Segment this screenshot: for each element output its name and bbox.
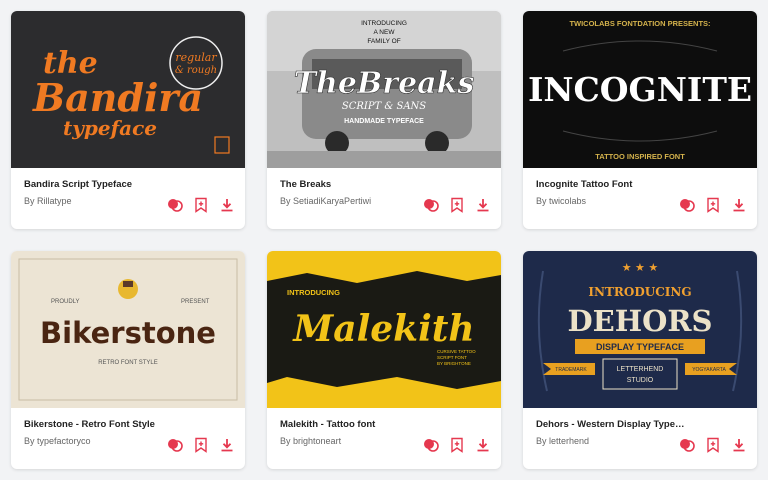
thumb-text: INTRODUCING	[287, 288, 340, 297]
thumb-text: SCRIPT & SANS	[342, 101, 426, 112]
card-actions	[167, 437, 235, 453]
compare-icon[interactable]	[423, 437, 439, 453]
thumb-text: CURSIVE TATTOO	[437, 349, 476, 354]
download-icon[interactable]	[475, 197, 491, 213]
author-line: By SetiadiKaryaPertiwi	[280, 196, 430, 206]
bookmark-add-icon[interactable]	[449, 197, 465, 213]
font-preview-image[interactable]: the Bandira typeface regular & rough	[11, 11, 245, 168]
by-label: By	[24, 436, 35, 446]
thumb-text: A NEW	[374, 29, 396, 36]
thumb-text: typeface	[63, 116, 157, 140]
thumb-text: YOGYAKARTA	[692, 367, 726, 373]
download-icon[interactable]	[731, 437, 747, 453]
card-actions	[167, 197, 235, 213]
compare-icon[interactable]	[679, 437, 695, 453]
thumb-text: STUDIO	[627, 377, 654, 384]
font-title[interactable]: Dehors - Western Display Typeface	[536, 419, 686, 430]
thumb-text: RETRO FONT STYLE	[98, 360, 158, 366]
card-meta: Dehors - Western Display Typeface By let…	[536, 419, 686, 446]
card-meta: The Breaks By SetiadiKaryaPertiwi	[280, 179, 430, 206]
thumb-text: PROUDLY	[51, 299, 80, 305]
bookmark-add-icon[interactable]	[193, 437, 209, 453]
author-line: By Rillatype	[24, 196, 174, 206]
thumb-text: TATTOO INSPIRED FONT	[595, 152, 685, 161]
card-actions	[679, 197, 747, 213]
thumb-text: SCRIPT FONT	[437, 355, 467, 360]
font-title[interactable]: The Breaks	[280, 179, 430, 190]
card-actions	[423, 197, 491, 213]
bookmark-add-icon[interactable]	[449, 437, 465, 453]
by-label: By	[280, 196, 291, 206]
compare-icon[interactable]	[679, 197, 695, 213]
font-card[interactable]: TWICOLABS FONTDATION PRESENTS: INCOGNITE…	[523, 11, 757, 229]
card-actions	[679, 437, 747, 453]
card-meta: Malekith - Tattoo font By brightoneart	[280, 419, 430, 446]
thumb-text: TheBreaks	[294, 66, 475, 101]
font-grid: the Bandira typeface regular & rough Ban…	[0, 0, 768, 480]
author-name[interactable]: typefactoryco	[37, 436, 91, 446]
thumb-text: TWICOLABS FONTDATION PRESENTS:	[569, 19, 710, 28]
font-preview-image[interactable]: INTRODUCING A NEW FAMILY OF TheBreaks SC…	[267, 11, 501, 168]
thumb-text: FAMILY OF	[367, 38, 400, 45]
author-name[interactable]: SetiadiKaryaPertiwi	[293, 196, 371, 206]
thumb-text: DISPLAY TYPEFACE	[596, 342, 684, 352]
thumb-text: Bikerstone	[40, 316, 216, 350]
thumb-text: INTRODUCING	[361, 20, 407, 27]
card-meta: Bikerstone - Retro Font Style By typefac…	[24, 419, 174, 446]
thumb-text: PRESENT	[181, 299, 210, 305]
thumb-text: TRADEMARK	[555, 367, 587, 373]
by-label: By	[24, 196, 35, 206]
bookmark-add-icon[interactable]	[193, 197, 209, 213]
author-name[interactable]: letterhend	[549, 436, 589, 446]
author-line: By typefactoryco	[24, 436, 174, 446]
author-name[interactable]: twicolabs	[549, 196, 586, 206]
compare-icon[interactable]	[167, 197, 183, 213]
download-icon[interactable]	[219, 197, 235, 213]
download-icon[interactable]	[731, 197, 747, 213]
font-preview-image[interactable]: ★ ★ ★ INTRODUCING DEHORS DISPLAY TYPEFAC…	[523, 251, 757, 408]
thumb-text: Malekith	[291, 308, 474, 350]
compare-icon[interactable]	[167, 437, 183, 453]
by-label: By	[280, 436, 291, 446]
font-title[interactable]: Malekith - Tattoo font	[280, 419, 430, 430]
font-card[interactable]: PROUDLY PRESENT Bikerstone RETRO FONT ST…	[11, 251, 245, 469]
thumb-text: regular	[175, 51, 217, 64]
font-card[interactable]: INTRODUCING A NEW FAMILY OF TheBreaks SC…	[267, 11, 501, 229]
font-preview-image[interactable]: INTRODUCING Malekith CURSIVE TATTOO SCRI…	[267, 251, 501, 408]
thumb-text: HANDMADE TYPEFACE	[344, 118, 424, 125]
author-name[interactable]: Rillatype	[37, 196, 72, 206]
font-preview-image[interactable]: PROUDLY PRESENT Bikerstone RETRO FONT ST…	[11, 251, 245, 408]
thumb-text: & rough	[175, 65, 217, 76]
font-preview-image[interactable]: TWICOLABS FONTDATION PRESENTS: INCOGNITE…	[523, 11, 757, 168]
thumb-text: INCOGNITE	[528, 70, 752, 109]
thumb-text: LETTERHEND	[617, 366, 664, 373]
author-name[interactable]: brightoneart	[293, 436, 341, 446]
author-line: By letterhend	[536, 436, 686, 446]
svg-text:★ ★ ★: ★ ★ ★	[622, 261, 659, 274]
card-actions	[423, 437, 491, 453]
card-meta: Bandira Script Typeface By Rillatype	[24, 179, 174, 206]
compare-icon[interactable]	[423, 197, 439, 213]
font-card[interactable]: the Bandira typeface regular & rough Ban…	[11, 11, 245, 229]
thumb-text: DEHORS	[568, 304, 713, 338]
font-card[interactable]: INTRODUCING Malekith CURSIVE TATTOO SCRI…	[267, 251, 501, 469]
download-icon[interactable]	[219, 437, 235, 453]
bookmark-add-icon[interactable]	[705, 197, 721, 213]
card-meta: Incognite Tattoo Font By twicolabs	[536, 179, 686, 206]
by-label: By	[536, 196, 547, 206]
download-icon[interactable]	[475, 437, 491, 453]
thumb-text: BY BRIGHTONE	[437, 361, 471, 366]
font-title[interactable]: Bikerstone - Retro Font Style	[24, 419, 174, 430]
by-label: By	[536, 436, 547, 446]
author-line: By brightoneart	[280, 436, 430, 446]
font-title[interactable]: Incognite Tattoo Font	[536, 179, 686, 190]
font-title[interactable]: Bandira Script Typeface	[24, 179, 174, 190]
thumb-text: INTRODUCING	[588, 285, 691, 299]
bookmark-add-icon[interactable]	[705, 437, 721, 453]
font-card[interactable]: ★ ★ ★ INTRODUCING DEHORS DISPLAY TYPEFAC…	[523, 251, 757, 469]
author-line: By twicolabs	[536, 196, 686, 206]
